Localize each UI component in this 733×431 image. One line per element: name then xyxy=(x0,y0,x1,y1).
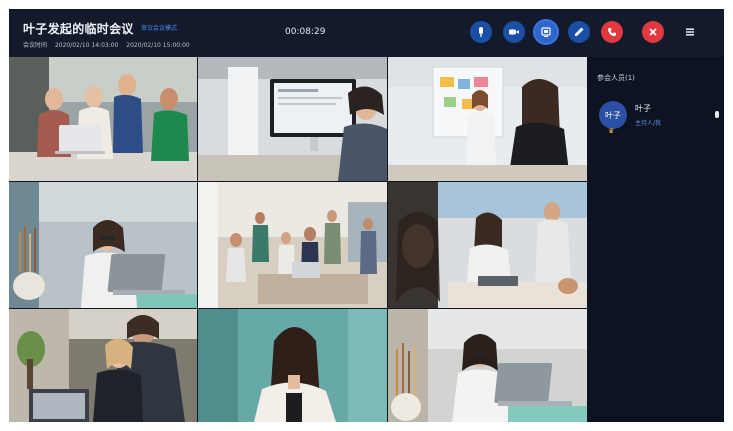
participant-video xyxy=(198,182,387,308)
screen-share-button[interactable] xyxy=(535,21,557,43)
participant-video xyxy=(9,309,197,422)
participants-panel: 参会人员(1) 叶子 ♛ 叶子 主持人/我 xyxy=(587,57,724,422)
phone-hangup-icon xyxy=(608,28,616,37)
meeting-timer: 00:08:29 xyxy=(285,27,326,37)
menu-button[interactable] xyxy=(679,21,701,43)
meeting-time-info: 会议时间 2020/02/10 14:03:00 2020/02/10 15:0… xyxy=(23,40,196,49)
menu-icon xyxy=(686,28,694,36)
meeting-mode-badge: 审议会议模式 xyxy=(141,25,178,32)
video-camera-icon xyxy=(509,29,519,35)
camera-button[interactable] xyxy=(503,21,525,43)
participant-video xyxy=(388,309,587,422)
meeting-time-label: 会议时间 xyxy=(23,42,48,49)
participant-video xyxy=(388,57,587,181)
meeting-start-time: 2020/02/10 14:03:00 xyxy=(54,42,119,49)
mic-icon xyxy=(479,27,483,37)
video-tile[interactable] xyxy=(9,309,197,422)
video-tile[interactable] xyxy=(388,309,587,422)
participant-video xyxy=(198,57,387,181)
video-tile[interactable] xyxy=(9,182,197,308)
participant-role: 主持人/我 xyxy=(635,120,662,127)
pen-icon xyxy=(575,27,584,36)
close-icon xyxy=(649,28,657,36)
end-meeting-button[interactable] xyxy=(642,21,664,43)
video-tile[interactable] xyxy=(198,57,387,181)
participant-video xyxy=(9,57,197,181)
hang-up-button[interactable] xyxy=(601,21,623,43)
video-tile[interactable] xyxy=(198,309,387,422)
video-tile[interactable] xyxy=(388,57,587,181)
annotate-button[interactable] xyxy=(568,21,590,43)
video-grid xyxy=(9,57,587,422)
share-screen-icon xyxy=(541,27,551,37)
avatar: 叶子 xyxy=(599,101,627,129)
microphone-button[interactable] xyxy=(470,21,492,43)
meeting-window: 叶子发起的临时会议 审议会议模式 会议时间 2020/02/10 14:03:0… xyxy=(9,9,724,422)
host-crown-icon: ♛ xyxy=(608,127,615,135)
participant-mic-icon[interactable] xyxy=(715,111,719,118)
video-tile[interactable] xyxy=(198,182,387,308)
participants-panel-title: 参会人员(1) xyxy=(597,74,635,82)
meeting-end-time: 2020/02/10 15:00:00 xyxy=(126,42,190,49)
video-tile[interactable] xyxy=(9,57,197,181)
meeting-header: 叶子发起的临时会议 审议会议模式 会议时间 2020/02/10 14:03:0… xyxy=(9,9,724,57)
participant-name: 叶子 xyxy=(635,104,651,113)
video-tile[interactable] xyxy=(388,182,587,308)
meeting-title: 叶子发起的临时会议 xyxy=(23,22,134,36)
participant-video xyxy=(9,182,197,308)
participant-video xyxy=(198,309,387,422)
participant-video xyxy=(388,182,587,308)
